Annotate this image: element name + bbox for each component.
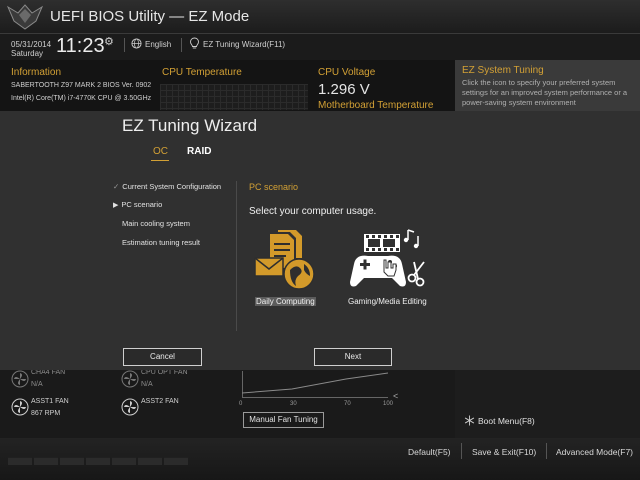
play-arrow-icon: ▶: [113, 202, 119, 209]
divider: [546, 443, 547, 459]
wizard-step-label: Current System Configuration: [122, 182, 222, 191]
tab-raid[interactable]: RAID: [187, 146, 211, 157]
date-text: 05/31/2014: [11, 40, 52, 49]
wizard-step-label: Estimation tuning result: [122, 238, 200, 247]
gear-icon[interactable]: ⚙: [104, 35, 114, 48]
cpu-temperature-title: CPU Temperature: [162, 67, 242, 78]
divider: [181, 38, 182, 52]
fan-speed: 867 RPM: [31, 410, 61, 417]
board-info: SABERTOOTH Z97 MARK 2 BIOS Ver. 0902: [11, 82, 152, 89]
wizard-step: Main cooling system: [122, 219, 190, 228]
gaming-media-editing-option[interactable]: Gaming/Media Editing: [348, 297, 427, 306]
daily-computing-option[interactable]: Daily Computing: [255, 297, 316, 306]
page-title: UEFI BIOS Utility — EZ Mode: [50, 8, 250, 25]
boot-menu-button[interactable]: Boot Menu(F8): [478, 416, 535, 426]
fan-icon: [11, 370, 29, 388]
wizard-divider: [236, 181, 237, 331]
fan-curve-line: [242, 372, 388, 394]
pc-scenario-title: PC scenario: [249, 182, 299, 192]
fan-name: CPU OPT FAN: [141, 369, 188, 376]
advanced-mode-button[interactable]: Advanced Mode(F7): [556, 447, 633, 457]
fan-name: ASST2 FAN: [141, 398, 179, 405]
fan-name: CHA4 FAN: [31, 369, 66, 376]
fan-speed: N/A: [141, 381, 153, 388]
motherboard-temperature-title: Motherboard Temperature: [318, 100, 434, 111]
lightbulb-icon[interactable]: [189, 37, 200, 50]
chevron-left-icon[interactable]: <: [393, 391, 398, 401]
fan-graph-tick: 100: [383, 401, 394, 407]
language-select[interactable]: English: [145, 40, 171, 49]
active-tab-underline: [151, 160, 169, 161]
ez-system-tuning-title: EZ System Tuning: [462, 65, 544, 76]
next-button[interactable]: Next: [314, 348, 392, 366]
background-pattern: ▬▬▬▬▬▬▬: [8, 444, 190, 471]
wizard-step-label: Main cooling system: [122, 219, 190, 228]
day-text: Saturday: [11, 49, 44, 58]
ez-system-tuning-description: Click the icon to specify your preferred…: [462, 78, 628, 107]
fan-graph-tick: 70: [344, 401, 351, 407]
save-exit-button[interactable]: Save & Exit(F10): [472, 447, 536, 457]
daily-computing-icon[interactable]: [252, 228, 318, 292]
wizard-step: Estimation tuning result: [122, 238, 200, 247]
ez-tuning-wizard-dialog: [0, 111, 640, 370]
snowflake-icon: [464, 415, 475, 426]
fan-icon: [121, 398, 139, 416]
globe-icon[interactable]: [131, 38, 142, 49]
checkmark-icon: ✓: [113, 182, 120, 191]
tuf-logo: [6, 4, 44, 30]
fan-graph-tick: 30: [290, 401, 297, 407]
divider: [124, 38, 125, 52]
fan-icon: [11, 398, 29, 416]
gaming-media-icon[interactable]: [348, 226, 428, 292]
cpu-voltage-title: CPU Voltage: [318, 67, 376, 78]
fan-icon: [121, 370, 139, 388]
wizard-title: EZ Tuning Wizard: [122, 116, 258, 135]
ez-tuning-wizard-link[interactable]: EZ Tuning Wizard(F11): [203, 40, 285, 49]
wizard-step-current: ▶ PC scenario: [113, 200, 162, 209]
wizard-step: ✓ Current System Configuration: [113, 182, 221, 191]
boot-priority-area: [455, 370, 640, 438]
default-button[interactable]: Default(F5): [408, 447, 451, 457]
fan-name: ASST1 FAN: [31, 398, 69, 405]
fan-speed: N/A: [31, 381, 43, 388]
cpu-temperature-graph: [160, 84, 308, 110]
wizard-step-label: PC scenario: [121, 200, 163, 209]
information-title: Information: [11, 67, 62, 78]
clock-time: 11:23: [56, 35, 105, 57]
manual-fan-tuning-button[interactable]: Manual Fan Tuning: [243, 412, 324, 428]
cancel-button[interactable]: Cancel: [123, 348, 202, 366]
usage-prompt: Select your computer usage.: [249, 206, 377, 217]
cpu-voltage-value: 1.296 V: [318, 81, 370, 98]
cpu-info: Intel(R) Core(TM) i7-4770K CPU @ 3.50GHz: [11, 95, 152, 102]
divider: [461, 443, 462, 459]
tab-oc[interactable]: OC: [153, 146, 168, 157]
fan-graph-tick: 0: [239, 401, 243, 407]
